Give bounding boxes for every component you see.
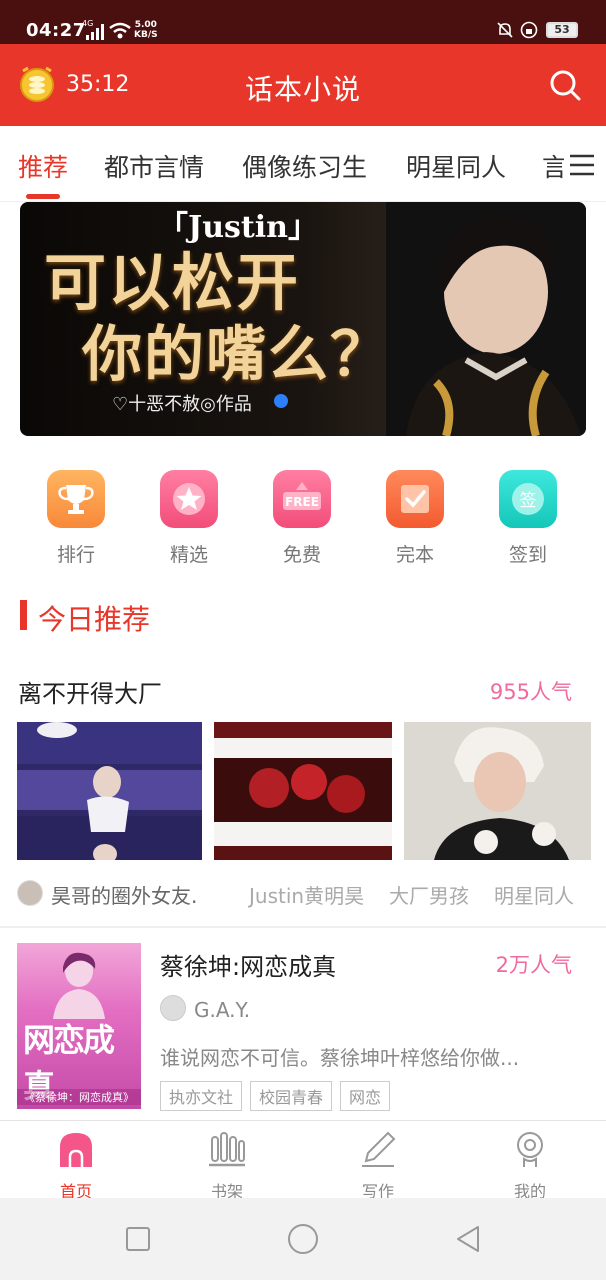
book1-tag[interactable]: Justin黄明昊 [249,880,364,909]
recent-apps-icon[interactable] [122,1223,154,1255]
profile-icon [517,1132,543,1167]
tab-celebrity-fanfic[interactable]: 明星同人 [406,148,506,184]
back-icon[interactable] [452,1223,484,1255]
entry-completed-label: 完本 [395,544,434,566]
app-header: 35:12 话本小说 [0,44,606,126]
speed-value: 5.00 [134,20,157,30]
home-icon [60,1133,92,1167]
status-bar: 04:27 4G 5.00 KB/S 53 [0,0,606,44]
bookshelf-icon [209,1132,245,1167]
svg-text:FREE: FREE [285,495,319,509]
book2-tags: 执亦文社 校园青春 网恋 [160,1081,398,1111]
wifi-icon [109,22,131,39]
entry-ranking-label: 排行 [56,544,95,566]
entry-featured-label: 精选 [169,544,208,566]
entry-sign-in-label: 签到 [508,544,547,566]
section-title: 今日推荐 [38,603,151,636]
network-speed: 5.00 KB/S [134,20,158,40]
banner-author: ♡十恶不赦◎作品 [112,394,252,415]
book1-title[interactable]: 离不开得大厂 [18,674,162,709]
status-time: 04:27 [26,20,86,41]
signal-icon [86,24,104,40]
book1-meta: 昊哥的圈外女友. Justin黄明昊 大厂男孩 明星同人 [17,880,589,908]
book2-cover[interactable]: 网恋成真 《蔡徐坤：网恋成真》 [17,943,141,1109]
card-divider [0,926,606,928]
sign-icon: 签 [499,470,557,528]
book1-image-portrait [404,722,591,860]
category-tabs: 推荐 都市言情 偶像练习生 明星同人 言 [0,126,606,202]
section-accent-bar [20,600,27,630]
free-icon: FREE [273,470,331,528]
tab-more-truncated[interactable]: 言 [542,148,564,184]
system-navigation-bar [0,1198,606,1280]
book2-tag[interactable]: 校园青春 [250,1081,333,1111]
app-title: 话本小说 [244,73,361,106]
book1-tag[interactable]: 明星同人 [494,880,574,909]
tab-recommend[interactable]: 推荐 [18,148,68,184]
book2-popularity: 2万人气 [495,953,572,977]
tab-urban-romance[interactable]: 都市言情 [104,148,204,184]
nav-home[interactable]: 首页 [36,1129,116,1202]
book1-image-stage [17,722,202,860]
tab-idol-trainee[interactable]: 偶像练习生 [242,148,367,184]
book2-author[interactable]: G.A.Y. [194,998,250,1022]
mute-bell-icon [497,22,513,38]
book2-cover-figure [53,952,105,1019]
carousel-indicator [274,394,288,408]
lock-rotation-icon [520,21,538,39]
active-tab-indicator [26,194,60,199]
promo-banner[interactable]: 「Justin」 可以松开 你的嘴么？ ♡十恶不赦◎作品 [20,202,586,436]
bottom-navigation: 首页 书架 写作 我的 [0,1120,606,1201]
book2-tag[interactable]: 网恋 [340,1081,391,1111]
book1-images[interactable] [17,722,591,860]
speed-unit: KB/S [134,30,158,40]
book2-tag[interactable]: 执亦文社 [160,1081,243,1111]
menu-icon[interactable] [568,154,596,176]
book1-author[interactable]: 昊哥的圈外女友. [51,880,197,909]
home-button-icon[interactable] [287,1223,319,1255]
check-icon [386,470,444,528]
book1-tag[interactable]: 大厂男孩 [389,880,469,909]
entry-sign-in[interactable]: 签 签到 [488,470,568,567]
entry-free-label: 免费 [282,544,321,566]
svg-text:签: 签 [520,491,537,511]
book2-cover-subtitle: 《蔡徐坤：网恋成真》 [17,1089,141,1105]
pen-icon [362,1131,396,1167]
battery-indicator: 53 [546,22,578,38]
book2-title[interactable]: 蔡徐坤:网恋成真 [160,947,336,982]
search-icon[interactable] [548,68,582,102]
entry-ranking[interactable]: 排行 [36,470,116,567]
book1-image-roses [214,722,392,860]
nav-write[interactable]: 写作 [338,1129,418,1202]
quick-entries: 排行 精选 FREE 免费 完本 签 签到 [0,470,606,570]
book2-description: 谁说网恋不可信。蔡徐坤叶梓悠给你做... [160,1046,520,1070]
book1-popularity: 955人气 [489,680,572,704]
entry-featured[interactable]: 精选 [149,470,229,567]
banner-title-line2: 你的嘴么？ [82,320,392,390]
entry-completed[interactable]: 完本 [375,470,455,567]
book1-author-avatar [17,880,43,906]
nav-profile[interactable]: 我的 [490,1129,570,1202]
trophy-icon [47,470,105,528]
banner-portrait [386,202,586,436]
entry-free[interactable]: FREE 免费 [262,470,342,567]
star-icon [160,470,218,528]
book2-author-avatar [160,995,186,1021]
nav-bookshelf[interactable]: 书架 [187,1129,267,1202]
